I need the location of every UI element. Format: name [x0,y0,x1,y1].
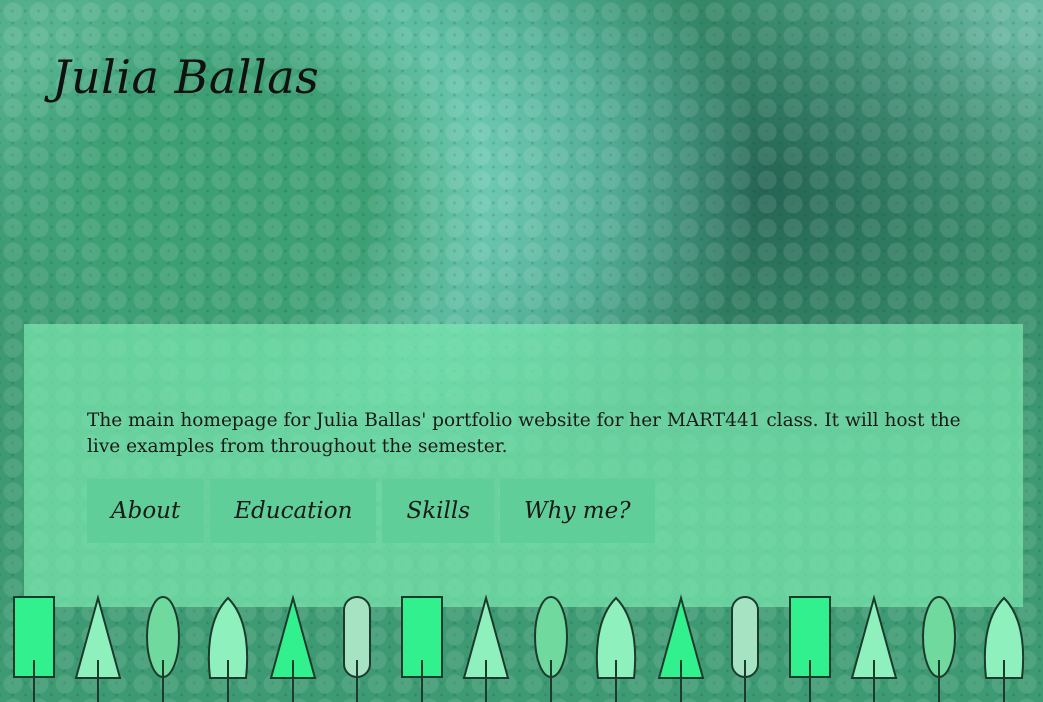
rectangle-tree-icon [13,596,55,702]
pointed-tree-icon [983,596,1025,702]
oval-tree-icon [922,596,956,702]
nav-about-button[interactable]: About [87,479,205,543]
oval-tree-icon [146,596,180,702]
main-nav: About Education Skills Why me? [87,479,655,543]
main-panel: The main homepage for Julia Ballas' port… [24,324,1023,607]
pointed-tree-icon [207,596,249,702]
triangle-tree-icon [657,594,705,702]
oval-tree-icon [534,596,568,702]
tree-row [13,594,1025,702]
intro-text: The main homepage for Julia Ballas' port… [87,410,961,457]
nav-education-button[interactable]: Education [210,479,377,543]
nav-skills-button[interactable]: Skills [382,479,495,543]
triangle-tree-icon [462,594,510,702]
triangle-tree-icon [850,594,898,702]
rectangle-tree-icon [789,596,831,702]
nav-why-me-button[interactable]: Why me? [500,479,655,543]
capsule-tree-icon [731,596,759,702]
rectangle-tree-icon [401,596,443,702]
triangle-tree-icon [74,594,122,702]
triangle-tree-icon [269,594,317,702]
site-title: Julia Ballas [52,50,320,104]
capsule-tree-icon [343,596,371,702]
pointed-tree-icon [595,596,637,702]
